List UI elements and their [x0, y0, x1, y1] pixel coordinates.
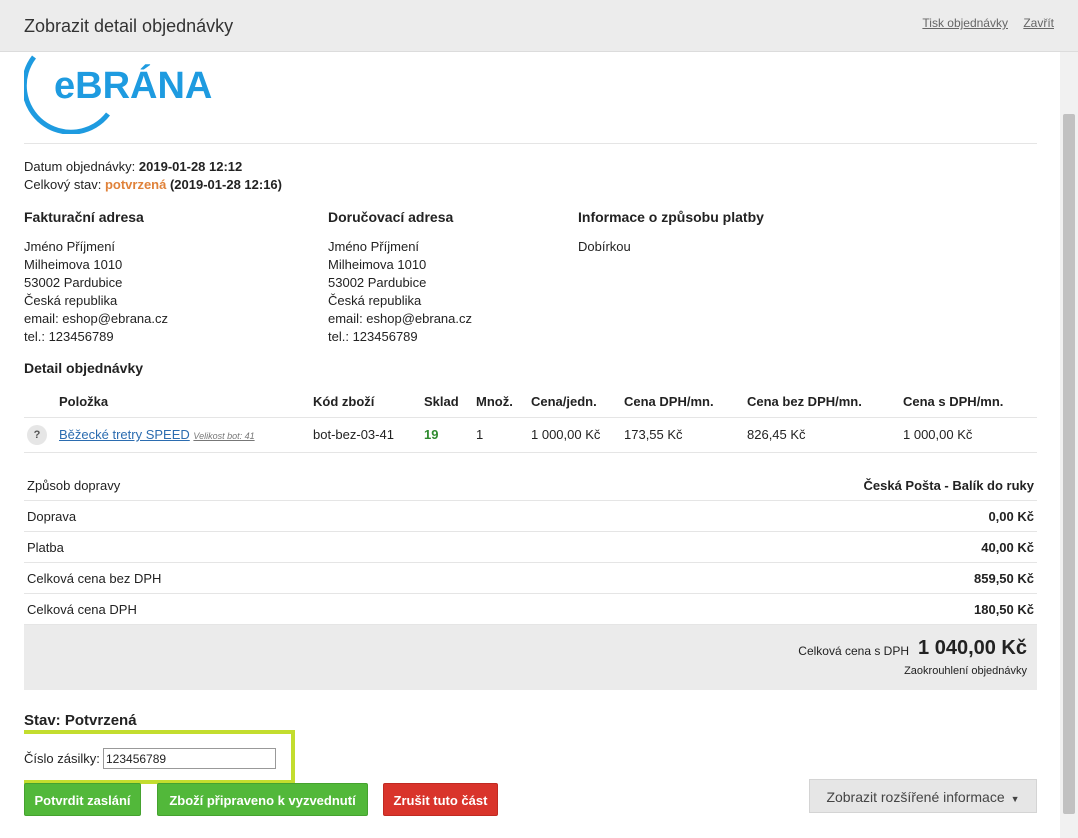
order-date-label: Datum objednávky:: [24, 159, 136, 174]
item-qty: 1: [476, 417, 531, 453]
order-detail-heading: Detail objednávky: [24, 360, 144, 376]
caret-down-icon: ▼: [1010, 794, 1020, 804]
billing-line: Česká republika: [24, 293, 118, 308]
billing-heading: Fakturační adresa: [24, 209, 144, 225]
summary-row: Způsob dopravy Česká Pošta - Balík do ru…: [24, 470, 1037, 501]
shipping-heading: Doručovací adresa: [328, 209, 454, 225]
scrollbar-thumb[interactable]: [1063, 114, 1075, 814]
dialog-content: eBRÁNA Datum objednávky: 2019-01-28 12:1…: [24, 52, 1037, 838]
tracking-label: Číslo zásilky:: [24, 751, 100, 766]
payment-heading: Informace o způsobu platby: [578, 209, 764, 225]
summary-row: Celková cena DPH 180,50 Kč: [24, 594, 1037, 625]
summary-row: Celková cena bez DPH 859,50 Kč: [24, 563, 1037, 594]
item-with-vat: 1 000,00 Kč: [903, 417, 1037, 453]
summary-value: 180,50 Kč: [974, 602, 1034, 617]
summary-value: 859,50 Kč: [974, 571, 1034, 586]
help-icon[interactable]: ?: [27, 424, 47, 445]
billing-line: tel.: 123456789: [24, 329, 114, 344]
col-item: Položka: [59, 385, 313, 418]
show-extended-info-button[interactable]: Zobrazit rozšířené informace ▼: [809, 779, 1037, 813]
summary-label: Celková cena bez DPH: [27, 571, 162, 586]
header-links: Tisk objednávky Zavřít: [910, 16, 1054, 30]
billing-address: Fakturační adresa Jméno Příjmení Milheim…: [24, 208, 168, 346]
item-vat: 173,55 Kč: [624, 417, 747, 453]
table-header-row: Položka Kód zboží Sklad Množ. Cena/jedn.…: [24, 385, 1037, 418]
shipping-line: tel.: 123456789: [328, 329, 418, 344]
item-stock: 19: [424, 417, 476, 453]
col-with-vat: Cena s DPH/mn.: [903, 385, 1037, 418]
close-link[interactable]: Zavřít: [1023, 16, 1054, 30]
billing-line: 53002 Pardubice: [24, 275, 123, 290]
summary-label: Celková cena DPH: [27, 602, 137, 617]
item-without-vat: 826,45 Kč: [747, 417, 903, 453]
billing-line: Milheimova 1010: [24, 257, 123, 272]
shipping-address: Doručovací adresa Jméno Příjmení Milheim…: [328, 208, 472, 346]
show-extended-info-label: Zobrazit rozšířené informace: [826, 789, 1005, 805]
order-meta: Datum objednávky: 2019-01-28 12:12 Celko…: [24, 158, 282, 194]
item-code: bot-bez-03-41: [313, 417, 424, 453]
help-cell: ?: [24, 417, 59, 453]
total-label: Celková cena s DPH: [798, 644, 909, 658]
shipping-line: Milheimova 1010: [328, 257, 427, 272]
col-qty: Množ.: [476, 385, 531, 418]
summary-row: Doprava 0,00 Kč: [24, 501, 1037, 532]
item-unit-price: 1 000,00 Kč: [531, 417, 624, 453]
order-date-value: 2019-01-28 12:12: [138, 159, 243, 174]
summary-label: Doprava: [27, 509, 77, 524]
summary-label: Platba: [27, 540, 64, 555]
item-variant: Velikost bot: 41: [193, 431, 255, 441]
confirm-shipping-button[interactable]: Potvrdit zaslání: [24, 783, 141, 816]
billing-line: email: eshop@ebrana.cz: [24, 311, 168, 326]
summary-row: Platba 40,00 Kč: [24, 532, 1037, 563]
col-vat: Cena DPH/mn.: [624, 385, 747, 418]
col-without-vat: Cena bez DPH/mn.: [747, 385, 903, 418]
ready-for-pickup-button[interactable]: Zboží připraveno k vyzvednutí: [157, 783, 368, 816]
payment-info: Informace o způsobu platby Dobírkou: [578, 208, 764, 256]
total-box: Celková cena s DPH 1 040,00 Kč Zaokrouhl…: [24, 625, 1037, 690]
divider: [24, 143, 1037, 144]
shipping-line: email: eshop@ebrana.cz: [328, 311, 472, 326]
col-unit-price: Cena/jedn.: [531, 385, 624, 418]
summary-label: Způsob dopravy: [27, 478, 121, 493]
rounding-note: Zaokrouhlení objednávky: [904, 665, 1027, 677]
shipping-line: 53002 Pardubice: [328, 275, 427, 290]
tracking-number-input[interactable]: [103, 748, 276, 769]
dialog-title: Zobrazit detail objednávky: [24, 16, 234, 36]
ebrana-logo: eBRÁNA: [24, 52, 244, 134]
item-link[interactable]: Běžecké tretry SPEED: [59, 427, 190, 442]
order-items-table: Položka Kód zboží Sklad Množ. Cena/jedn.…: [24, 385, 1037, 453]
payment-method: Dobírkou: [578, 239, 631, 254]
col-code: Kód zboží: [313, 385, 424, 418]
order-status: Celkový stav: potvrzená (2019-01-28 12:1…: [24, 176, 282, 194]
summary-value: 40,00 Kč: [981, 540, 1034, 555]
shipping-line: Jméno Příjmení: [328, 239, 420, 254]
dialog-header: Zobrazit detail objednávky Tisk objednáv…: [0, 0, 1078, 52]
order-status-label: Celkový stav:: [24, 177, 102, 192]
svg-text:eBRÁNA: eBRÁNA: [54, 63, 212, 107]
summary-value: 0,00 Kč: [988, 509, 1034, 524]
order-status-time: (2019-01-28 12:16): [169, 177, 282, 192]
order-status-value: potvrzená: [104, 177, 167, 192]
shipping-line: Česká republika: [328, 293, 422, 308]
table-row: ? Běžecké tretry SPEED Velikost bot: 41 …: [24, 417, 1037, 453]
total-value: 1 040,00 Kč: [918, 637, 1027, 659]
billing-line: Jméno Příjmení: [24, 239, 116, 254]
print-order-link[interactable]: Tisk objednávky: [922, 16, 1008, 30]
summary-value: Česká Pošta - Balík do ruky: [863, 478, 1034, 493]
state-heading: Stav: Potvrzená: [24, 712, 137, 729]
scrollbar[interactable]: [1060, 52, 1078, 838]
cancel-part-button[interactable]: Zrušit tuto část: [383, 783, 498, 816]
col-stock: Sklad: [424, 385, 476, 418]
help-col: [24, 385, 59, 418]
item-cell: Běžecké tretry SPEED Velikost bot: 41: [59, 417, 313, 453]
order-date: Datum objednávky: 2019-01-28 12:12: [24, 158, 282, 176]
